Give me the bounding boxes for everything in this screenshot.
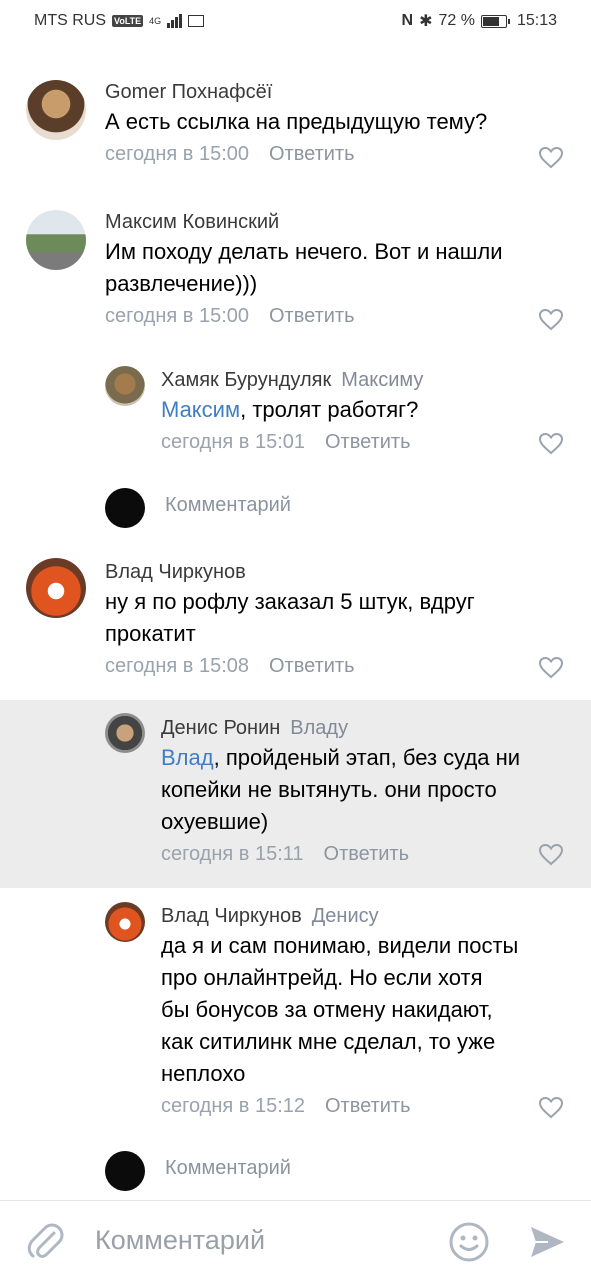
comment-text-line: как ситилинк мне сделал, то уже [161, 1029, 496, 1054]
heart-icon[interactable] [539, 844, 563, 866]
avatar[interactable] [105, 902, 145, 942]
attach-icon[interactable] [26, 1221, 64, 1261]
comment-text-line: прокатит [105, 621, 196, 646]
inline-comment-field[interactable]: Комментарий [0, 488, 591, 528]
comment: Влад Чиркунов ну я по рофлу заказал 5 шт… [0, 556, 591, 690]
comment-input[interactable]: Комментарий [95, 1225, 265, 1256]
my-avatar [105, 1151, 145, 1191]
comment-text-line: бы бонусов за отмену накидают, [161, 997, 493, 1022]
reply-button[interactable]: Ответить [324, 838, 410, 870]
reply-button[interactable]: Ответить [325, 426, 411, 458]
comment-time: сегодня в 15:08 [105, 655, 249, 677]
avatar[interactable] [105, 713, 145, 753]
clock: 15:13 [516, 12, 557, 29]
comment-text-line: Им походу делать нечего. Вот и нашли [105, 239, 503, 264]
avatar[interactable] [26, 558, 86, 618]
comment-text-line: охуевшие) [161, 809, 269, 834]
mail-icon [188, 15, 205, 27]
heart-icon[interactable] [539, 657, 563, 679]
comment-text-line: про онлайнтрейд. Но если хотя [161, 965, 483, 990]
reply-comment-highlighted: Денис Ронин Владу Влад, пройденый этап, б… [0, 700, 591, 888]
comment-text-line: развлечение))) [105, 271, 258, 296]
my-avatar [105, 488, 145, 528]
comment-time: сегодня в 15:11 [161, 843, 304, 865]
volte-badge: VoLTE [112, 15, 144, 27]
battery-percent: 72 % [438, 12, 475, 29]
reply-button[interactable]: Ответить [269, 650, 355, 682]
network-type: 4G [149, 15, 162, 26]
reply-button[interactable]: Ответить [269, 138, 355, 170]
status-bar: MTS RUS VoLTE 4G N ✱ 72 % 15:13 [0, 0, 591, 42]
avatar[interactable] [26, 80, 86, 140]
comment-input-bar: Комментарий [0, 1200, 591, 1280]
heart-icon[interactable] [539, 1097, 563, 1119]
reply-comment: Хамяк Бурундуляк Максиму Максим, тролят р… [0, 366, 591, 466]
author-name[interactable]: Хамяк Бурундуляк [161, 369, 331, 391]
reply-button[interactable]: Ответить [269, 300, 355, 332]
avatar[interactable] [105, 366, 145, 406]
reply-button[interactable]: Ответить [325, 1090, 411, 1122]
avatar[interactable] [26, 210, 86, 270]
reply-to-name[interactable]: Максиму [341, 369, 423, 391]
heart-icon[interactable] [539, 433, 563, 455]
comment-placeholder[interactable]: Комментарий [165, 1157, 291, 1180]
author-name[interactable]: Денис Ронин [161, 717, 280, 739]
battery-icon [480, 14, 510, 28]
carrier-label: MTS RUS [34, 12, 106, 29]
comment-time: сегодня в 15:00 [105, 305, 249, 327]
comment-text-line: копейки не вытянуть. они просто [161, 777, 497, 802]
comment-time: сегодня в 15:12 [161, 1095, 305, 1117]
heart-icon[interactable] [539, 309, 563, 331]
send-icon[interactable] [528, 1223, 566, 1261]
comment: Максим Ковинский Им походу делать нечего… [0, 208, 591, 338]
inline-comment-field[interactable]: Комментарий [0, 1151, 591, 1191]
comment-text: , пройденый этап, без суда ни [213, 745, 521, 770]
heart-icon[interactable] [539, 147, 563, 169]
nfc-icon: N [401, 12, 414, 29]
comment-time: сегодня в 15:00 [105, 143, 249, 165]
author-name[interactable]: Влад Чиркунов [105, 561, 246, 583]
comment-text-line: ну я по рофлу заказал 5 штук, вдруг [105, 589, 475, 614]
mention-link[interactable]: Максим [161, 397, 240, 422]
comment-text-line: да я и сам понимаю, видели посты [161, 933, 519, 958]
comment-text-line: неплохо [161, 1061, 246, 1086]
comment-time: сегодня в 15:01 [161, 431, 305, 453]
comment-placeholder[interactable]: Комментарий [165, 494, 291, 517]
reply-comment: Влад Чиркунов Денису да я и сам понимаю, … [0, 902, 591, 1132]
author-name[interactable]: Влад Чиркунов [161, 905, 302, 927]
comment-text: , тролят работяг? [240, 397, 419, 422]
author-name[interactable]: Максим Ковинский [105, 211, 279, 233]
comment: Gomer Похнафсёї А есть ссылка на предыду… [0, 78, 591, 178]
author-name[interactable]: Gomer Похнафсёї [105, 81, 272, 103]
bluetooth-icon: ✱ [419, 13, 433, 30]
reply-to-name[interactable]: Владу [290, 717, 348, 739]
comment-text: А есть ссылка на предыдущую тему? [105, 109, 488, 134]
emoji-icon[interactable] [448, 1221, 490, 1263]
signal-icon [167, 14, 183, 28]
mention-link[interactable]: Влад [161, 745, 214, 770]
reply-to-name[interactable]: Денису [312, 905, 379, 927]
